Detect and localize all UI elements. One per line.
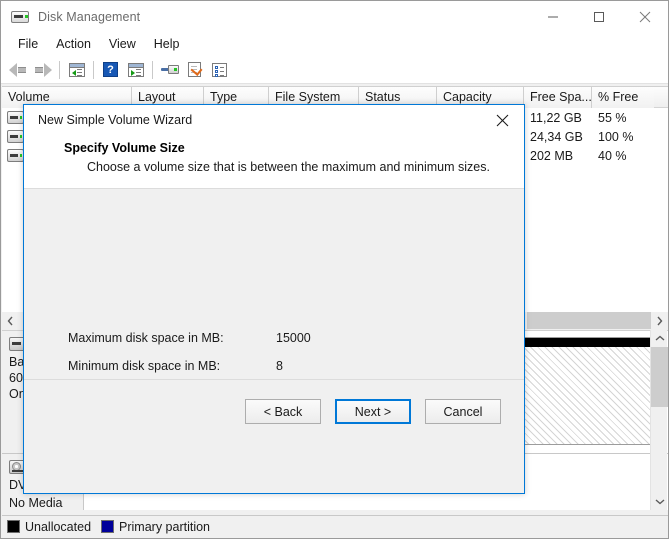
menu-bar: File Action View Help — [1, 32, 668, 56]
disk-pane-vertical-scrollbar[interactable] — [650, 330, 668, 510]
back-icon[interactable] — [5, 58, 30, 82]
cell-free-space: 24,34 GB — [530, 129, 583, 144]
window-title: Disk Management — [38, 9, 141, 24]
min-disk-space-row: Minimum disk space in MB: 8 — [68, 359, 283, 373]
cdrom-0-status: No Media — [9, 496, 63, 510]
column-header-percent-free[interactable]: % Free — [592, 87, 654, 108]
rescan-disks-icon[interactable] — [157, 58, 182, 82]
dialog-header: Specify Volume Size Choose a volume size… — [24, 135, 524, 189]
legend-swatch-primary-partition — [101, 520, 115, 533]
menu-item-help[interactable]: Help — [145, 34, 189, 54]
chevron-left-icon[interactable] — [2, 312, 19, 329]
max-disk-space-value: 15000 — [276, 331, 311, 345]
close-icon[interactable] — [622, 1, 668, 32]
forward-icon[interactable] — [30, 58, 55, 82]
dialog-footer: < Back Next > Cancel — [24, 379, 524, 443]
cell-percent-free: 55 % — [598, 110, 627, 125]
title-bar: Disk Management — [1, 1, 668, 32]
toolbar-separator — [152, 60, 153, 79]
close-icon[interactable] — [480, 105, 524, 135]
dialog-heading: Specify Volume Size — [64, 141, 185, 155]
minimize-icon[interactable] — [530, 1, 576, 32]
dialog-subheading: Choose a volume size that is between the… — [87, 160, 490, 174]
legend-item-primary-partition: Primary partition — [101, 520, 210, 534]
legend-item-unallocated: Unallocated — [7, 520, 91, 534]
legend-label-primary-partition: Primary partition — [119, 519, 211, 534]
min-disk-space-value: 8 — [276, 359, 283, 373]
cell-free-space: 202 MB — [530, 148, 574, 163]
maximize-icon[interactable] — [576, 1, 622, 32]
list-properties-icon[interactable] — [207, 58, 232, 82]
cell-free-space: 11,22 GB — [530, 110, 582, 125]
menu-item-action[interactable]: Action — [47, 34, 100, 54]
volume-disk-icon — [7, 149, 24, 162]
column-header-free-space[interactable]: Free Spa... — [524, 87, 592, 108]
properties-doc-icon[interactable] — [182, 58, 207, 82]
legend: Unallocated Primary partition — [2, 515, 668, 537]
max-disk-space-label: Maximum disk space in MB: — [68, 331, 224, 345]
hscroll-thumb[interactable] — [527, 312, 651, 329]
chevron-down-icon[interactable] — [651, 493, 668, 510]
show-hide-action-pane-icon[interactable] — [123, 58, 148, 82]
next-button[interactable]: Next > — [335, 399, 411, 424]
back-button[interactable]: < Back — [245, 399, 321, 424]
chevron-right-icon[interactable] — [651, 312, 668, 329]
dialog-title-bar: New Simple Volume Wizard — [24, 105, 524, 135]
menu-item-file[interactable]: File — [9, 34, 47, 54]
toolbar-separator — [93, 60, 94, 79]
menu-item-view[interactable]: View — [100, 34, 145, 54]
dialog-body: Maximum disk space in MB: 15000 Minimum … — [24, 189, 524, 443]
help-icon[interactable]: ? — [98, 58, 123, 82]
disk-management-window: Disk Management File Action View Help ? … — [0, 0, 669, 539]
window-controls — [530, 1, 668, 32]
chevron-up-icon[interactable] — [651, 330, 668, 347]
cancel-button[interactable]: Cancel — [425, 399, 501, 424]
show-hide-console-tree-icon[interactable] — [64, 58, 89, 82]
max-disk-space-row: Maximum disk space in MB: 15000 — [68, 331, 311, 345]
legend-label-unallocated: Unallocated — [25, 519, 92, 534]
toolbar-separator — [59, 60, 60, 79]
vscroll-thumb[interactable] — [651, 347, 668, 407]
min-disk-space-label: Minimum disk space in MB: — [68, 359, 221, 373]
new-simple-volume-wizard-dialog: New Simple Volume Wizard Specify Volume … — [23, 104, 525, 494]
dialog-title: New Simple Volume Wizard — [38, 113, 193, 127]
toolbar: ? — [1, 56, 668, 84]
cell-percent-free: 40 % — [598, 148, 627, 163]
legend-swatch-unallocated — [7, 520, 20, 533]
volume-disk-icon — [7, 130, 24, 143]
disk-drive-icon — [11, 9, 29, 25]
cell-percent-free: 100 % — [598, 129, 634, 144]
volume-disk-icon — [7, 111, 24, 124]
